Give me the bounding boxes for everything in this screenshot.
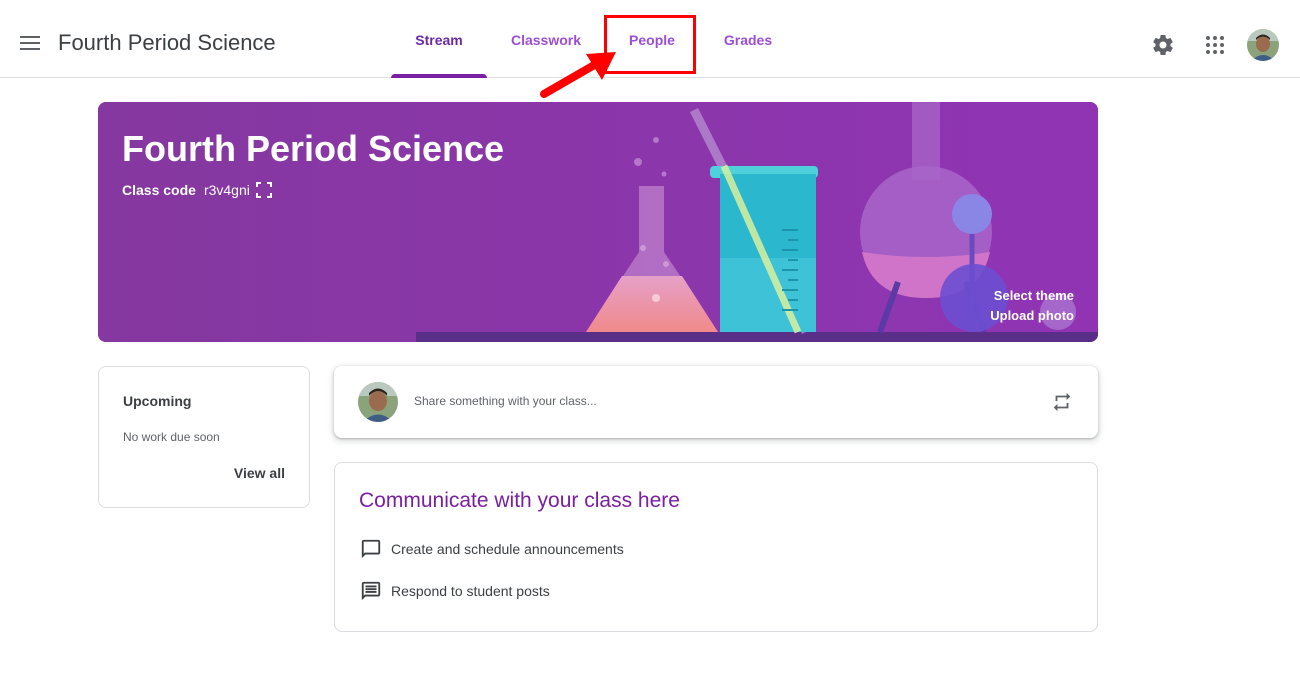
select-theme-link[interactable]: Select theme (994, 288, 1074, 303)
fullscreen-icon (255, 182, 272, 198)
list-item-label: Create and schedule announcements (391, 541, 624, 557)
upcoming-card: Upcoming No work due soon View all (98, 366, 310, 508)
view-all-link[interactable]: View all (234, 465, 285, 481)
class-code-value: r3v4gni (203, 182, 250, 198)
display-class-code-button[interactable] (255, 182, 272, 198)
tab-grades[interactable]: Grades (699, 0, 797, 78)
class-code-label: Class code (122, 182, 196, 198)
gear-icon (1153, 34, 1173, 55)
class-code-row: Class code r3v4gni (122, 182, 272, 198)
communicate-card: Communicate with your class here Create … (334, 462, 1098, 632)
settings-button[interactable] (1145, 27, 1181, 63)
message-lines-icon (359, 579, 383, 603)
share-placeholder-text: Share something with your class... (414, 394, 597, 408)
tab-stream-label: Stream (415, 32, 463, 48)
repeat-icon (1053, 392, 1071, 412)
class-title[interactable]: Fourth Period Science (58, 30, 276, 56)
account-avatar[interactable] (1247, 29, 1279, 61)
list-item: Create and schedule announcements (359, 537, 624, 561)
tab-stream[interactable]: Stream (391, 0, 487, 78)
hamburger-menu-icon (20, 36, 40, 50)
list-item: Respond to student posts (359, 579, 550, 603)
banner-class-title: Fourth Period Science (122, 128, 505, 169)
communicate-title: Communicate with your class here (359, 489, 680, 512)
upcoming-title: Upcoming (123, 393, 192, 409)
google-apps-button[interactable] (1197, 27, 1233, 63)
apps-grid-icon (1206, 36, 1224, 54)
avatar (358, 382, 398, 422)
share-announcement-box[interactable]: Share something with your class... (334, 366, 1098, 438)
tab-grades-label: Grades (723, 32, 773, 48)
chat-bubble-icon (359, 537, 383, 561)
reuse-post-button[interactable] (1046, 386, 1078, 418)
class-banner: Fourth Period Science Class code r3v4gni… (98, 102, 1098, 342)
annotation-arrow-icon (540, 52, 616, 98)
user-photo-icon (1247, 29, 1279, 61)
user-photo-icon (358, 382, 398, 422)
main-menu-button[interactable] (14, 27, 46, 59)
upload-photo-link[interactable]: Upload photo (990, 308, 1074, 323)
list-item-label: Respond to student posts (391, 583, 550, 599)
upcoming-empty-text: No work due soon (123, 430, 220, 444)
